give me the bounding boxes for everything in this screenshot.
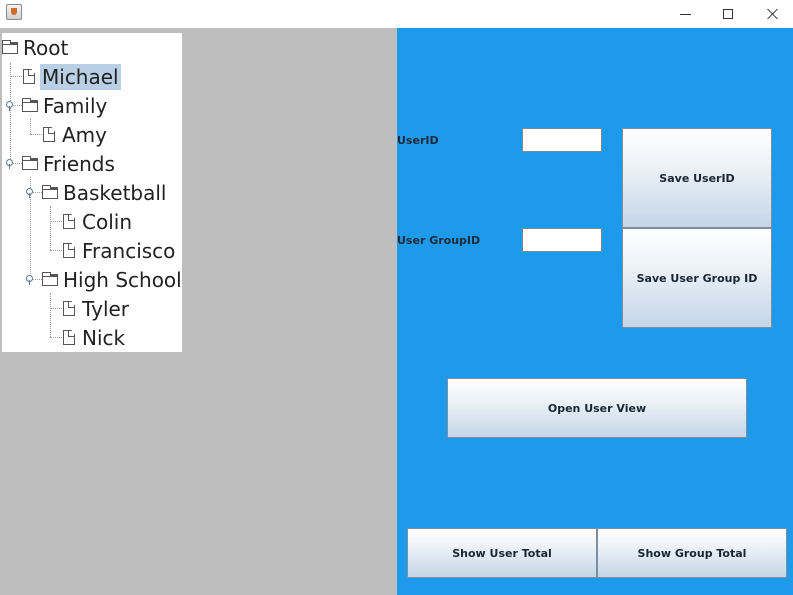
- tree-node-friends[interactable]: Friends: [22, 149, 117, 178]
- tree-node-colin[interactable]: Colin: [60, 207, 134, 236]
- tree-node-label: High School: [63, 267, 182, 292]
- save-userid-button[interactable]: Save UserID: [622, 128, 772, 228]
- maximize-button[interactable]: [705, 0, 751, 28]
- admin-control-panel: UserID Save UserID User GroupID Save Use…: [397, 28, 793, 595]
- file-icon: [63, 243, 75, 258]
- tree-node-nick[interactable]: Nick: [60, 323, 127, 352]
- folder-icon: [22, 155, 38, 170]
- expand-toggle-icon[interactable]: [6, 159, 13, 169]
- tree-node-label: Nick: [82, 325, 126, 350]
- file-icon: [63, 214, 75, 229]
- tree-connector: [50, 206, 51, 250]
- file-icon: [63, 301, 75, 316]
- tree-connector: [10, 63, 11, 165]
- tree-node-root[interactable]: Root: [2, 33, 70, 62]
- expand-toggle-icon[interactable]: [26, 275, 33, 285]
- expand-toggle-icon[interactable]: [6, 101, 13, 111]
- tree-node-tyler[interactable]: Tyler: [60, 294, 131, 323]
- show-group-total-button[interactable]: Show Group Total: [597, 528, 787, 578]
- tree-node-label: Francisco: [82, 238, 176, 263]
- userid-input[interactable]: [522, 128, 602, 152]
- save-user-group-id-button[interactable]: Save User Group ID: [622, 228, 772, 328]
- user-tree[interactable]: Root Michael Family Amy Friends Basketba…: [2, 33, 182, 352]
- tree-connector: [50, 293, 51, 337]
- userid-label: UserID: [397, 134, 439, 147]
- user-groupid-label: User GroupID: [397, 234, 481, 247]
- tree-node-francisco[interactable]: Francisco: [60, 236, 177, 265]
- user-groupid-input[interactable]: [522, 228, 602, 252]
- file-icon: [23, 69, 35, 84]
- title-bar: [0, 0, 793, 28]
- close-button[interactable]: [750, 0, 793, 28]
- tree-node-family[interactable]: Family: [22, 91, 109, 120]
- minimize-icon: [679, 13, 691, 15]
- tree-node-label: Friends: [43, 151, 115, 176]
- show-user-total-button[interactable]: Show User Total: [407, 528, 597, 578]
- file-icon: [63, 330, 75, 345]
- tree-node-label: Root: [23, 35, 69, 60]
- tree-node-amy[interactable]: Amy: [40, 120, 109, 149]
- open-user-view-button[interactable]: Open User View: [447, 378, 747, 438]
- tree-node-label: Basketball: [63, 180, 167, 205]
- close-icon: [767, 8, 779, 20]
- expand-toggle-icon[interactable]: [26, 188, 33, 198]
- tree-node-label: Family: [43, 93, 108, 118]
- tree-node-label: Colin: [82, 209, 132, 234]
- maximize-icon: [723, 9, 733, 19]
- folder-icon: [22, 97, 38, 112]
- tree-node-basketball[interactable]: Basketball: [42, 178, 168, 207]
- minimize-button[interactable]: [662, 0, 708, 28]
- folder-icon: [42, 184, 58, 199]
- file-icon: [43, 127, 55, 142]
- folder-icon: [2, 39, 18, 54]
- tree-node-michael[interactable]: Michael: [20, 62, 121, 91]
- java-app-icon: [6, 4, 22, 20]
- tree-node-label: Amy: [62, 122, 107, 147]
- folder-icon: [42, 271, 58, 286]
- tree-node-label: Tyler: [82, 296, 130, 321]
- tree-node-high-school[interactable]: High School: [42, 265, 184, 294]
- tree-node-label: Michael: [40, 63, 121, 90]
- tree-connector: [30, 119, 31, 134]
